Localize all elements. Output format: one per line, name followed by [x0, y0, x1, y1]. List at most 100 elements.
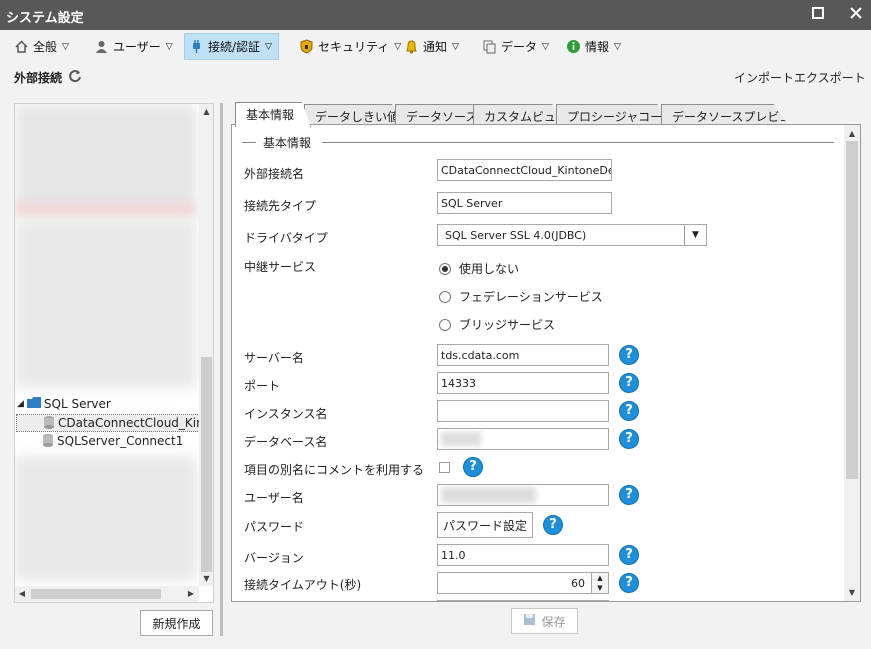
maximize-icon[interactable]	[808, 5, 828, 25]
menu-info[interactable]: 情報 ▽	[562, 33, 627, 60]
stepper-down-icon[interactable]: ▼	[592, 583, 608, 593]
menu-label: ユーザー	[113, 40, 161, 54]
radio-button[interactable]	[439, 262, 451, 275]
menu-label: データ	[501, 40, 538, 54]
blurred-content	[15, 104, 197, 214]
save-icon	[523, 613, 536, 629]
help-icon[interactable]: ?	[619, 373, 639, 393]
window-title: システム設定	[6, 11, 84, 26]
port-input[interactable]: 14333	[437, 372, 609, 394]
tab-basic-info[interactable]: 基本情報	[235, 102, 311, 127]
tree-item-cdata[interactable]: CDataConnectCloud_KintoneDemo	[16, 414, 213, 432]
radio-button[interactable]	[439, 318, 451, 331]
scroll-thumb[interactable]	[201, 357, 212, 572]
chevron-down-icon[interactable]: ▼	[684, 225, 706, 245]
plug-icon	[189, 39, 204, 54]
tab-procedure-call[interactable]: プロシージャコール	[556, 104, 671, 126]
section-title: 外部接続	[14, 69, 82, 86]
driver-type-select[interactable]: SQL Server SSL 4.0(JDBC) ▼	[437, 224, 707, 246]
close-icon[interactable]	[846, 5, 866, 25]
connection-tree: ◢ SQL Server CDataConnectCloud_KintoneDe…	[14, 103, 214, 603]
scroll-left-arrow-icon[interactable]: ◀	[17, 589, 27, 598]
folder-icon	[26, 396, 42, 412]
data-icon	[482, 39, 497, 54]
tree-vertical-scrollbar[interactable]: ▲ ▼	[199, 104, 213, 586]
relay-option-bridge[interactable]: ブリッジサービス	[439, 316, 555, 333]
database-icon	[42, 433, 54, 450]
section-title-label: 外部接続	[14, 71, 63, 85]
menu-notification[interactable]: 通知 ▽	[400, 33, 465, 60]
password-set-button[interactable]: パスワード設定	[437, 512, 533, 538]
timeout-label: 接続タイムアウト(秒)	[244, 578, 362, 592]
version-input[interactable]: 11.0	[437, 544, 609, 566]
help-icon[interactable]: ?	[463, 457, 483, 477]
menu-security[interactable]: セキュリティ ▽	[295, 33, 407, 60]
ext-name-input[interactable]: CDataConnectCloud_KintoneDemo	[437, 159, 612, 181]
chevron-down-icon: ▽	[265, 41, 272, 52]
tab-data-threshold[interactable]: データしきい値	[304, 104, 404, 126]
scroll-up-arrow-icon[interactable]: ▲	[844, 129, 860, 138]
form-vertical-scrollbar[interactable]: ▲ ▼	[844, 125, 860, 601]
scroll-right-arrow-icon[interactable]: ▶	[186, 589, 196, 598]
instance-input[interactable]	[437, 400, 609, 422]
server-input[interactable]: tds.cdata.com	[437, 344, 609, 366]
blurred-content	[15, 204, 197, 216]
shield-icon	[299, 39, 314, 54]
relay-option-federation[interactable]: フェデレーションサービス	[439, 288, 603, 305]
stepper-up-icon[interactable]: ▲	[592, 573, 608, 583]
scroll-down-arrow-icon[interactable]: ▼	[199, 574, 213, 583]
scroll-down-arrow-icon[interactable]: ▼	[844, 588, 860, 597]
conn-type-field: SQL Server	[437, 192, 612, 214]
import-link[interactable]: インポート	[734, 69, 794, 86]
tab-data-source[interactable]: データソース	[395, 104, 483, 126]
tree-item-sql-server[interactable]: ◢ SQL Server	[17, 395, 111, 413]
help-icon[interactable]: ?	[619, 401, 639, 421]
scroll-thumb[interactable]	[846, 141, 858, 479]
timeout-stepper[interactable]: ▲ ▼	[591, 572, 609, 594]
help-icon[interactable]: ?	[543, 515, 563, 535]
menu-label: 全般	[33, 40, 58, 54]
menu-data[interactable]: データ ▽	[478, 33, 555, 60]
radio-button[interactable]	[439, 290, 451, 303]
help-icon[interactable]: ?	[619, 429, 639, 449]
export-link[interactable]: エクスポート	[794, 69, 866, 86]
menu-connection-auth[interactable]: 接続/認証 ▽	[184, 33, 279, 60]
tree-horizontal-scrollbar[interactable]: ◀ ▶	[15, 586, 199, 602]
scroll-up-arrow-icon[interactable]: ▲	[199, 107, 213, 116]
scroll-thumb[interactable]	[31, 589, 161, 599]
refresh-icon[interactable]	[68, 69, 82, 86]
tab-data-source-preview[interactable]: データソースプレビュー	[661, 104, 789, 126]
save-button[interactable]: 保存	[511, 608, 578, 634]
menu-user[interactable]: ユーザー ▽	[90, 33, 179, 60]
redacted-value	[441, 487, 536, 503]
help-icon[interactable]: ?	[619, 545, 639, 565]
home-icon	[14, 39, 29, 54]
help-icon[interactable]: ?	[619, 345, 639, 365]
menu-general[interactable]: 全般 ▽	[10, 33, 75, 60]
chevron-down-icon: ▽	[165, 41, 173, 52]
help-icon[interactable]: ?	[619, 485, 639, 505]
next-field-input[interactable]	[437, 600, 609, 601]
tree-label: SQLServer_Connect1	[57, 434, 184, 448]
database-input[interactable]	[437, 428, 609, 450]
title-bar: システム設定	[0, 0, 871, 30]
sub-header: 外部接続 インポート エクスポート	[0, 62, 871, 92]
relay-option-none[interactable]: 使用しない	[439, 260, 519, 277]
tree-item-sqlserver-connect1[interactable]: SQLServer_Connect1	[15, 432, 183, 450]
panel-splitter[interactable]	[220, 103, 223, 636]
user-icon	[94, 39, 109, 54]
username-input[interactable]	[437, 484, 609, 506]
database-icon	[43, 415, 55, 432]
menu-label: 接続/認証	[208, 40, 261, 54]
conn-type-label: 接続先タイプ	[244, 199, 317, 213]
new-connection-button[interactable]: 新規作成	[140, 610, 213, 636]
port-label: ポート	[244, 379, 281, 393]
tab-custom-view[interactable]: カスタムビュー	[473, 104, 563, 126]
tree-label: CDataConnectCloud_KintoneDemo	[58, 416, 213, 430]
radio-label: フェデレーションサービス	[459, 290, 603, 304]
timeout-input[interactable]: 60	[437, 572, 592, 594]
help-icon[interactable]: ?	[619, 573, 639, 593]
menu-label: 情報	[585, 40, 610, 54]
alias-comment-checkbox[interactable]	[439, 462, 450, 473]
expand-icon[interactable]: ◢	[17, 399, 24, 409]
